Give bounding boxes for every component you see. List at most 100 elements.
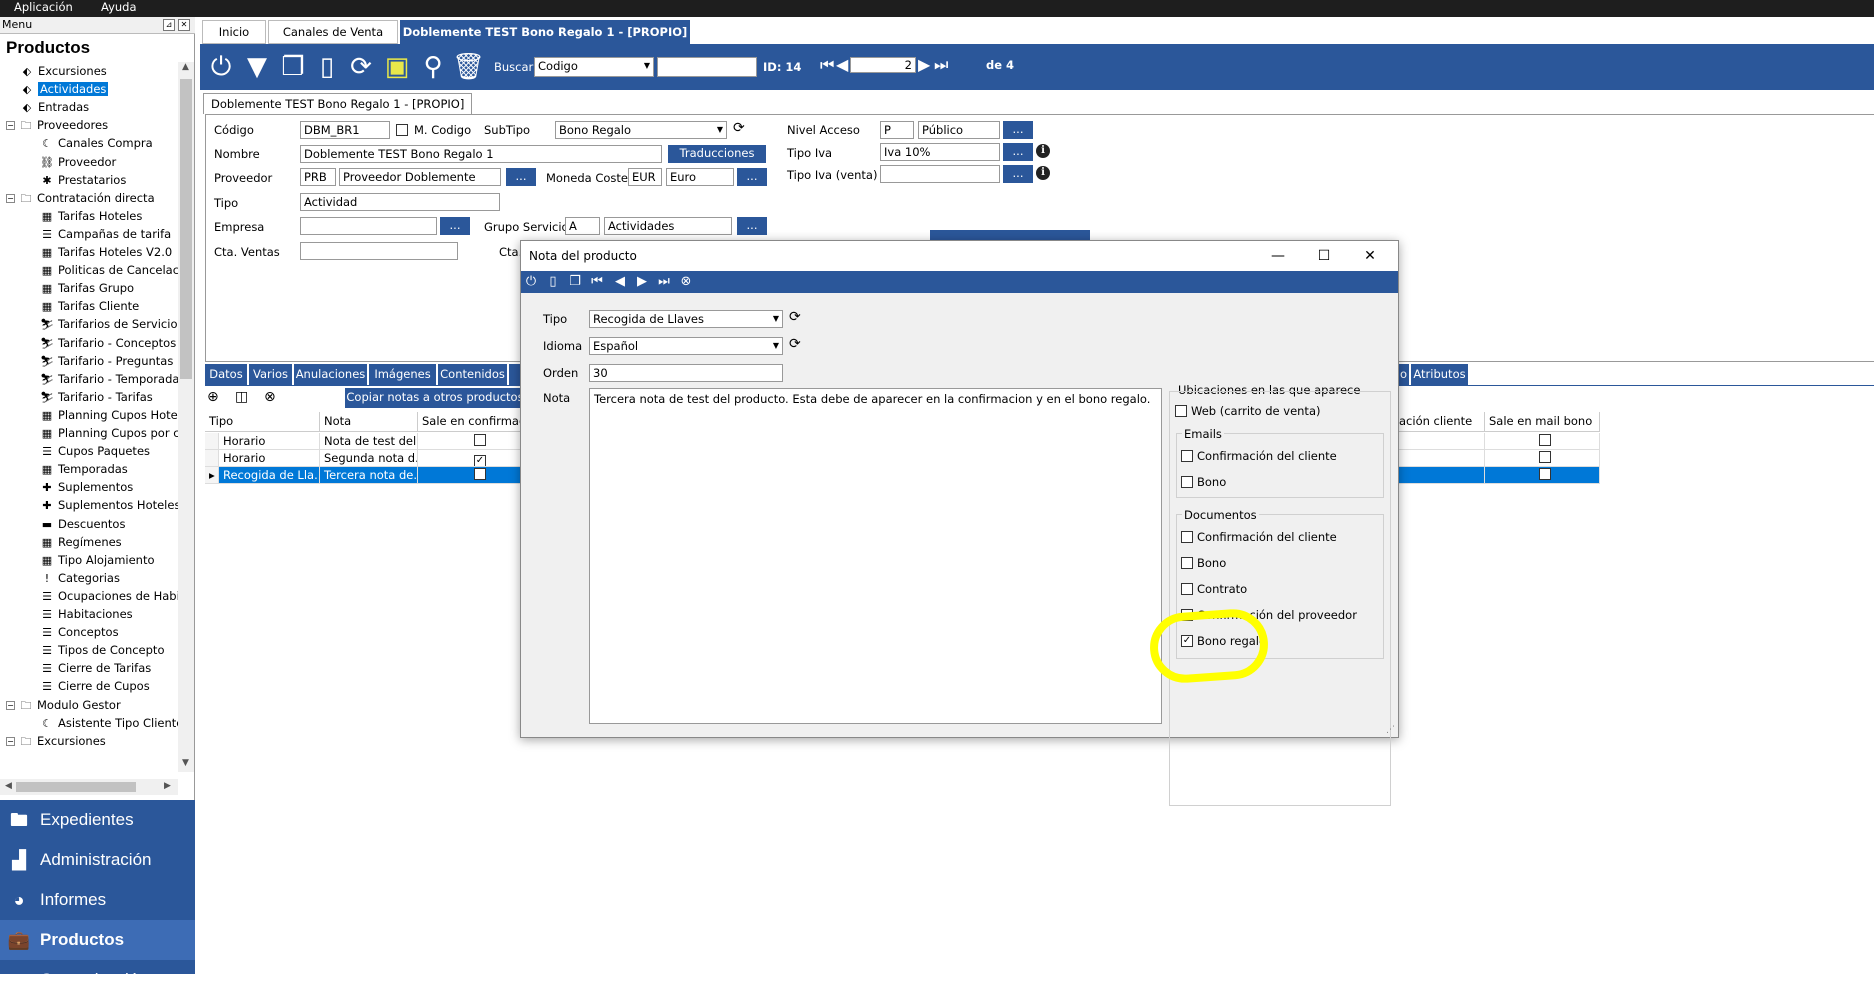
tree-hscroll-thumb[interactable] xyxy=(16,782,136,792)
checkbox[interactable] xyxy=(1539,434,1551,446)
nav-administración[interactable]: ▟ Administración xyxy=(0,840,195,880)
cell-confirmacion-cliente[interactable] xyxy=(1395,433,1485,450)
moneda-code-input[interactable]: EUR xyxy=(628,168,662,186)
emails-bono-checkbox[interactable] xyxy=(1181,476,1193,488)
tree-item[interactable]: ✱ Prestatarios xyxy=(40,171,126,189)
grupo-name-input[interactable]: Actividades xyxy=(604,217,732,235)
checkbox[interactable] xyxy=(1539,468,1551,480)
close-icon[interactable]: ✕ xyxy=(178,19,190,31)
tree-item[interactable]: ☰ Cierre de Cupos xyxy=(40,677,150,695)
cell-nota[interactable]: Tercera nota de... xyxy=(320,467,418,484)
grupo-lookup-button[interactable]: ... xyxy=(737,217,767,235)
menu-aplicacion[interactable]: Aplicación xyxy=(14,0,73,15)
tree-item[interactable]: ▦ Politicas de Cancelaci xyxy=(40,261,178,279)
filter-icon[interactable]: ▼ xyxy=(242,52,272,82)
tree-scroll-thumb[interactable] xyxy=(180,79,192,379)
tree-item[interactable]: ⬖ Entradas xyxy=(20,98,89,116)
subtipo-select[interactable]: Bono Regalo ▼ xyxy=(555,121,727,139)
checkbox[interactable]: ✓ xyxy=(474,455,486,466)
cell-mail-bono[interactable] xyxy=(1485,467,1600,484)
tab-canales-de-venta[interactable]: Canales de Venta xyxy=(268,20,398,44)
docs-bono-checkbox[interactable] xyxy=(1181,557,1193,569)
tree-item[interactable]: − 🗀 Excursiones xyxy=(6,732,106,750)
prev-record-icon[interactable]: ◀ xyxy=(836,55,848,74)
tree-item[interactable]: ☰ Tipos de Concepto xyxy=(40,641,164,659)
tree-item[interactable]: ⛷ Tarifarios de Servicios xyxy=(40,315,178,333)
nav-productos[interactable]: 💼 Productos xyxy=(0,920,195,960)
tree-item[interactable]: ▬ Descuentos xyxy=(40,515,126,533)
docs-confirmacion-checkbox[interactable] xyxy=(1181,531,1193,543)
tree-item[interactable]: ☾ Asistente Tipo Cliente xyxy=(40,714,178,732)
tab-partial-right[interactable]: o xyxy=(1398,364,1410,385)
next-record-icon[interactable]: ▶ xyxy=(918,55,930,74)
tree-item[interactable]: ☰ Cierre de Tarifas xyxy=(40,659,151,677)
cell-tipo[interactable]: Horario xyxy=(219,433,320,450)
minimize-icon[interactable]: — xyxy=(1255,241,1301,271)
scroll-up-icon[interactable]: ▲ xyxy=(182,62,189,72)
scroll-right-icon[interactable]: ▶ xyxy=(164,781,171,791)
col-tipo[interactable]: Tipo xyxy=(205,412,320,432)
last-record-icon[interactable]: ⏭ xyxy=(656,274,672,290)
columns-icon[interactable]: ◫ xyxy=(235,389,248,405)
tipo-iva-input[interactable]: Iva 10% xyxy=(880,143,1000,161)
docs-contrato-checkbox[interactable] xyxy=(1181,583,1193,595)
subtipo-refresh-icon[interactable]: ⟳ xyxy=(733,120,745,136)
tree-item[interactable]: ▦ Tarifas Hoteles V2.0 xyxy=(40,243,172,261)
tree-item[interactable]: ☰ Campañas de tarifa xyxy=(40,225,171,243)
resize-grip-icon[interactable]: ⋰ xyxy=(1386,725,1395,735)
copy-notes-button[interactable]: Copiar notas a otros productos xyxy=(345,388,525,408)
collapse-icon[interactable]: − xyxy=(6,736,15,746)
tree-item[interactable]: ⛷ Tarifario - Conceptos xyxy=(40,334,176,352)
col-confirmacion-cliente[interactable]: ación cliente xyxy=(1395,412,1485,432)
first-record-icon[interactable]: ⏮ xyxy=(589,274,605,290)
modal-tipo-select[interactable]: Recogida de Llaves ▼ xyxy=(589,310,783,328)
tree-item[interactable]: ☰ Habitaciones xyxy=(40,605,133,623)
modal-idioma-select[interactable]: Español ▼ xyxy=(589,337,783,355)
prev-record-icon[interactable]: ◀ xyxy=(612,274,628,290)
nivel-lookup-button[interactable]: ... xyxy=(1003,121,1033,139)
cancel-icon[interactable]: ⊗ xyxy=(678,274,694,290)
nav-informes[interactable]: ◕ Informes xyxy=(0,880,195,920)
tree-item[interactable]: ⛷ Tarifario - Preguntas xyxy=(40,352,173,370)
last-record-icon[interactable]: ⏭ xyxy=(934,55,948,75)
tab-inicio[interactable]: Inicio xyxy=(202,20,266,44)
add-icon[interactable]: ⊕ xyxy=(207,389,219,405)
tree-item[interactable]: ▦ Tarifas Grupo xyxy=(40,279,134,297)
tree-item[interactable]: ▦ Tarifas Hoteles xyxy=(40,207,143,225)
web-checkbox[interactable] xyxy=(1175,405,1187,417)
m-codigo-checkbox[interactable] xyxy=(396,124,408,136)
tree-item[interactable]: ▦ Planning Cupos por cli xyxy=(40,424,178,442)
cell-confirmacion[interactable] xyxy=(418,433,528,450)
emails-confirmacion-checkbox[interactable] xyxy=(1181,450,1193,462)
first-record-icon[interactable]: ⏮ xyxy=(820,55,834,75)
tree-item[interactable]: − 🗀 Contratación directa xyxy=(6,189,155,207)
save-icon[interactable]: ▣ xyxy=(382,52,412,82)
nivel-code-input[interactable]: P xyxy=(880,121,914,139)
new-document-icon[interactable]: ▯ xyxy=(312,52,342,82)
tree-item[interactable]: ⬖ Excursiones xyxy=(20,62,107,80)
scroll-left-icon[interactable]: ◀ xyxy=(5,781,12,791)
empresa-input[interactable] xyxy=(300,217,437,235)
scroll-down-icon[interactable]: ▼ xyxy=(182,758,189,768)
cell-nota[interactable]: Segunda nota d... xyxy=(320,450,418,467)
next-record-icon[interactable]: ▶ xyxy=(634,274,650,290)
tipo-iva-lookup-button[interactable]: ... xyxy=(1003,143,1033,161)
tree-item[interactable]: ▦ Tarifas Cliente xyxy=(40,297,139,315)
collapse-icon[interactable]: − xyxy=(6,193,15,203)
tipo-iva-venta-input[interactable] xyxy=(880,165,1000,183)
tree-item[interactable]: ☾ Canales Compra xyxy=(40,134,153,152)
cell-confirmacion-cliente[interactable] xyxy=(1395,450,1485,467)
collapse-icon[interactable]: − xyxy=(6,700,15,710)
tree-item[interactable]: − 🗀 Proveedores xyxy=(6,116,108,134)
tree-item[interactable]: ⛓ Proveedor xyxy=(40,153,116,171)
tree-item[interactable]: ! Categorias xyxy=(40,569,120,587)
tree-item[interactable]: ✚ Suplementos xyxy=(40,478,133,496)
tree-item[interactable]: ⛷ Tarifario - Temporadas xyxy=(40,370,178,388)
cell-tipo[interactable]: Recogida de Lla... xyxy=(219,467,320,484)
pin-icon[interactable]: ⊿ xyxy=(163,19,175,31)
moneda-lookup-button[interactable]: ... xyxy=(737,168,767,186)
tree-item[interactable]: − 🗀 Modulo Gestor xyxy=(6,696,121,714)
proveedor-lookup-button[interactable]: ... xyxy=(506,168,536,186)
idioma-refresh-icon[interactable]: ⟳ xyxy=(789,336,801,352)
tree-item[interactable]: ⛷ Tarifario - Tarifas xyxy=(40,388,153,406)
